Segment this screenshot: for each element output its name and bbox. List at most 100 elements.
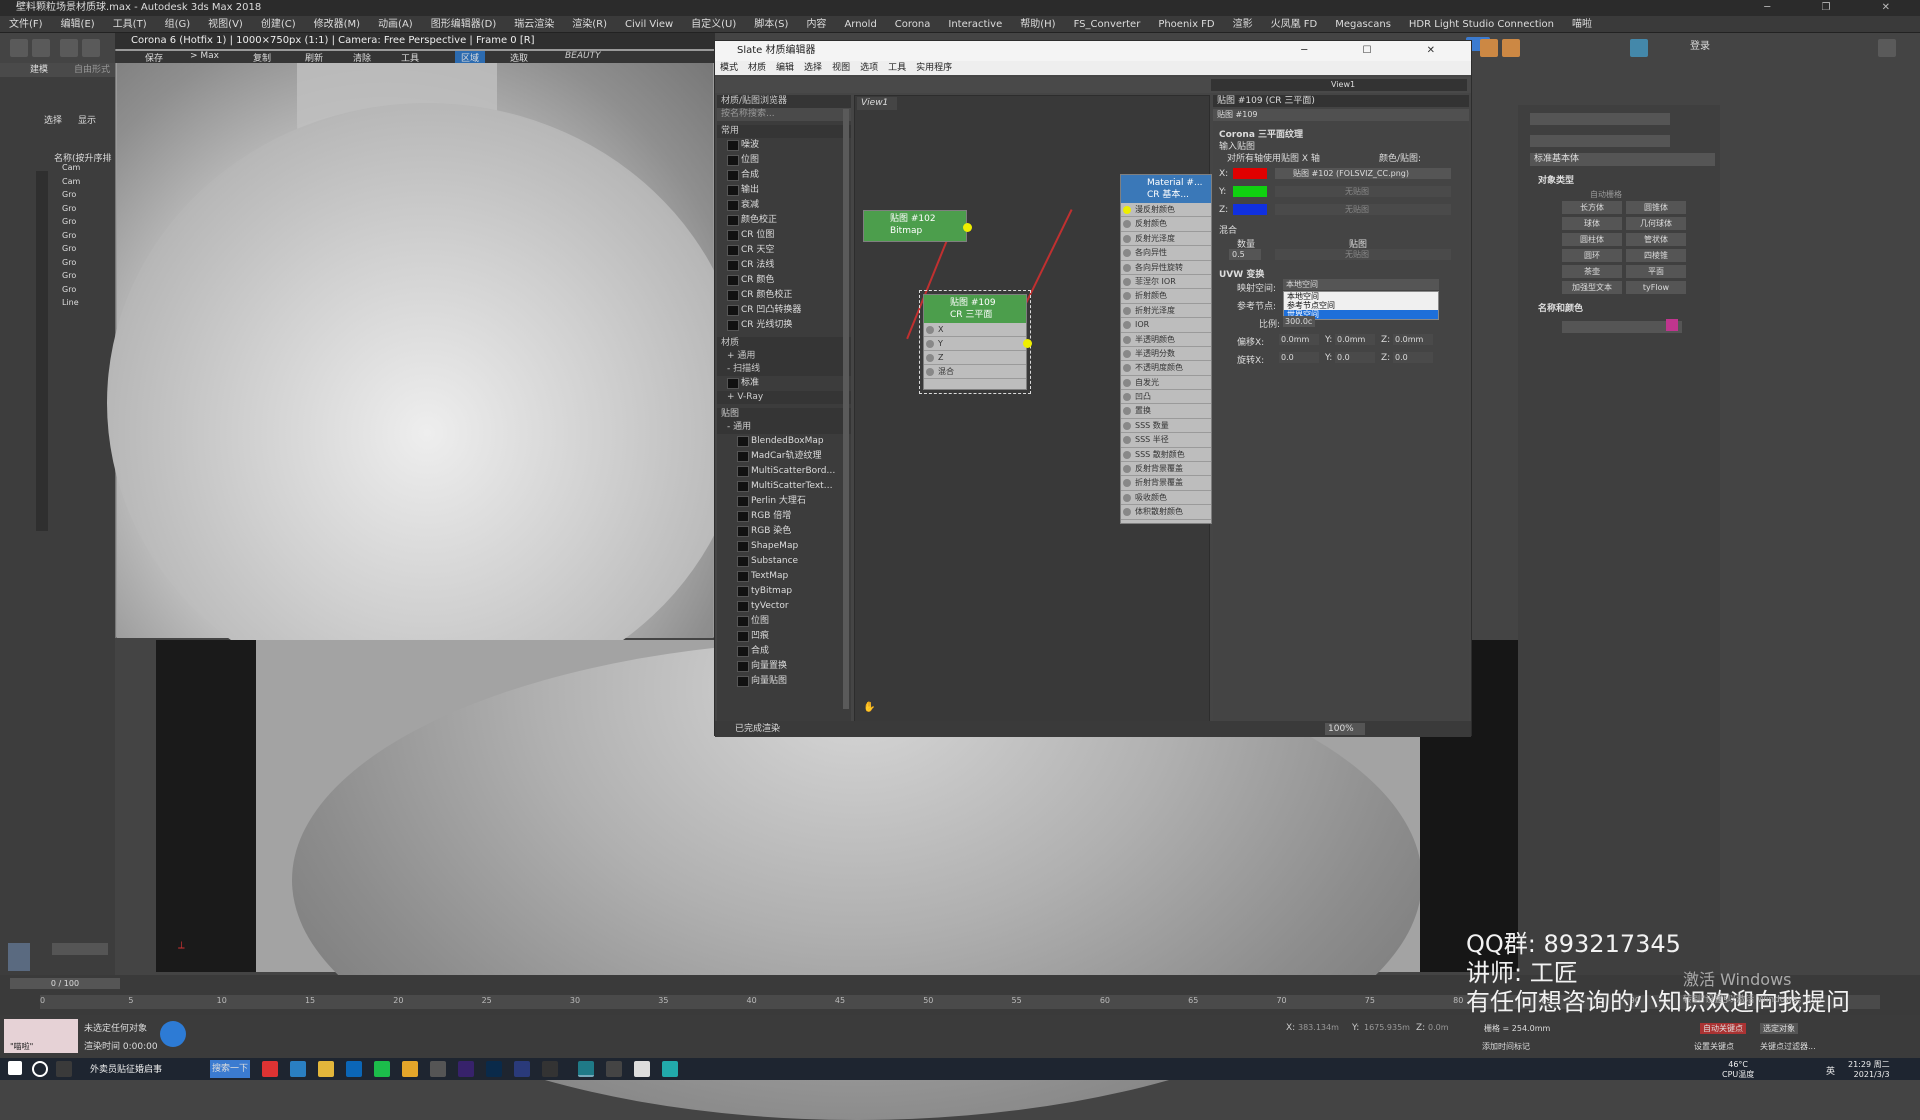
rollout-object-type[interactable]: 对象类型 <box>1538 173 1574 186</box>
node-slot[interactable]: 折射颜色 <box>1121 289 1211 304</box>
menu-item[interactable]: Phoenix FD <box>1149 16 1223 32</box>
node-slot[interactable]: X <box>924 323 1026 337</box>
explorer-scrollbar[interactable] <box>52 943 108 955</box>
node-slot[interactable]: 体积散射颜色 <box>1121 505 1211 520</box>
input-socket[interactable] <box>1123 263 1131 272</box>
list-item[interactable]: 标准 <box>717 376 851 391</box>
scene-object-item[interactable]: Cam <box>62 177 112 191</box>
input-socket[interactable] <box>1123 407 1131 416</box>
input-socket[interactable] <box>1123 206 1131 214</box>
browser-search-input[interactable]: 按名称搜索... <box>717 108 851 121</box>
menu-item[interactable]: 瑞云渲染 <box>505 16 563 32</box>
list-item[interactable]: 凹痕 <box>717 629 851 644</box>
zoom-dropdown[interactable]: 100% <box>1325 723 1365 735</box>
menu-item[interactable]: 自定义(U) <box>682 16 745 32</box>
node-slot[interactable]: 自发光 <box>1121 376 1211 391</box>
slate-menu-item[interactable]: 视图 <box>827 61 855 75</box>
menu-item[interactable]: 编辑(E) <box>52 16 104 32</box>
node-slot[interactable]: 凹凸 <box>1121 390 1211 405</box>
vfb-max-button[interactable]: > Max <box>190 51 219 61</box>
node-material[interactable]: Material #... CR 基本... 漫反射颜色 反射颜色 反射光泽度 各向异… <box>1120 174 1212 524</box>
node-slot[interactable]: 置换 <box>1121 404 1211 419</box>
scene-object-item[interactable]: Gro <box>62 204 112 218</box>
list-item[interactable]: CR 位图 <box>717 228 851 243</box>
map-x-button[interactable]: 贴图 #102 (FOLSVIZ_CC.png) <box>1275 168 1451 179</box>
taskbar-app-icon[interactable] <box>634 1061 650 1077</box>
slate-menu-item[interactable]: 选择 <box>799 61 827 75</box>
node-slot[interactable]: 漫反射颜色 <box>1121 203 1211 218</box>
materials-general[interactable]: + 通用 <box>717 350 851 363</box>
primitive-button[interactable]: 几何球体 <box>1626 217 1686 230</box>
input-socket[interactable] <box>1123 335 1131 344</box>
input-socket[interactable] <box>926 354 934 362</box>
list-item[interactable]: 颜色校正 <box>717 213 851 228</box>
input-socket[interactable] <box>1123 249 1131 258</box>
render-setup-icon[interactable] <box>1480 39 1498 57</box>
create-category-icons[interactable] <box>1530 135 1670 147</box>
set-key-button[interactable]: 设置关键点 <box>1694 1041 1734 1052</box>
input-socket[interactable] <box>1123 508 1131 517</box>
materials-vray[interactable]: + V-Ray <box>717 391 851 404</box>
list-item[interactable]: CR 天空 <box>717 243 851 258</box>
menu-item[interactable]: Arnold <box>835 16 885 32</box>
object-color-swatch[interactable] <box>1666 319 1678 331</box>
taskbar-app-icon[interactable] <box>430 1061 446 1077</box>
chrome-icon[interactable] <box>402 1061 418 1077</box>
output-socket[interactable] <box>1023 339 1032 348</box>
primitive-button[interactable]: 四棱锥 <box>1626 249 1686 262</box>
slate-menu-item[interactable]: 模式 <box>715 61 743 75</box>
menu-item[interactable]: HDR Light Studio Connection <box>1400 16 1563 32</box>
selected-object-dropdown[interactable]: 选定对象 <box>1760 1023 1798 1034</box>
slate-window-controls[interactable]: ─ ☐ ✕ <box>1301 41 1461 61</box>
slate-menu-item[interactable]: 选项 <box>855 61 883 75</box>
folder-icon[interactable] <box>318 1061 334 1077</box>
input-socket[interactable] <box>1123 364 1131 373</box>
slate-menu-item[interactable]: 编辑 <box>771 61 799 75</box>
primitive-button[interactable]: 圆环 <box>1562 249 1622 262</box>
tab-modeling[interactable]: 建模 <box>30 63 48 77</box>
node-slot[interactable]: 反射光泽度 <box>1121 232 1211 247</box>
node-view[interactable]: View1 贴图 #102 Bitmap 贴图 #109 CR 三平面 XYZ混… <box>854 95 1212 727</box>
menu-item[interactable]: Megascans <box>1326 16 1400 32</box>
menu-item[interactable]: 内容 <box>797 16 835 32</box>
node-slot[interactable]: Y <box>924 337 1026 351</box>
menu-item[interactable]: 视图(V) <box>199 16 252 32</box>
primitive-button[interactable]: 管状体 <box>1626 233 1686 246</box>
scene-object-item[interactable]: Gro <box>62 271 112 285</box>
node-slot[interactable]: SSS 散射颜色 <box>1121 448 1211 463</box>
primitive-button[interactable]: 茶壶 <box>1562 265 1622 278</box>
menu-item[interactable]: 工具(T) <box>104 16 156 32</box>
dropdown-option[interactable]: 本地空间 <box>1284 292 1438 301</box>
menu-item[interactable]: 渲染(R) <box>563 16 616 32</box>
offset-y-spinner[interactable]: 0.0mm <box>1335 334 1375 345</box>
primitive-button[interactable]: tyFlow <box>1626 281 1686 294</box>
menu-item[interactable]: 动画(A) <box>369 16 422 32</box>
input-socket[interactable] <box>1123 450 1131 459</box>
section-maps[interactable]: 贴图 <box>717 408 851 421</box>
list-item[interactable]: 合成 <box>717 168 851 183</box>
list-item[interactable]: MadCar轨迹纹理 <box>717 449 851 464</box>
color-swatch-x[interactable] <box>1233 168 1267 179</box>
node-slot[interactable]: 菲涅尔 IOR <box>1121 275 1211 290</box>
primitive-button[interactable]: 加强型文本 <box>1562 281 1622 294</box>
primitive-button[interactable]: 圆柱体 <box>1562 233 1622 246</box>
map-y-button[interactable]: 无贴图 <box>1275 186 1451 197</box>
color-swatch-y[interactable] <box>1233 186 1267 197</box>
menu-item[interactable]: FS_Converter <box>1065 16 1150 32</box>
section-common[interactable]: 常用 <box>717 125 851 138</box>
node-slot[interactable]: 混合 <box>924 365 1026 379</box>
list-item[interactable]: CR 凹凸转换器 <box>717 303 851 318</box>
scene-object-item[interactable]: Gro <box>62 285 112 299</box>
list-item[interactable]: CR 颜色 <box>717 273 851 288</box>
list-item[interactable]: 向量置换 <box>717 659 851 674</box>
input-socket[interactable] <box>1123 421 1131 430</box>
maps-general[interactable]: - 通用 <box>717 421 851 434</box>
list-item[interactable]: 位图 <box>717 614 851 629</box>
material-editor-icon[interactable] <box>1630 39 1648 57</box>
menu-item[interactable]: 修改器(M) <box>305 16 369 32</box>
3dsmax-icon[interactable] <box>578 1061 594 1077</box>
list-item[interactable]: 噪波 <box>717 138 851 153</box>
menu-item[interactable]: 组(G) <box>156 16 200 32</box>
time-slider[interactable]: 0 / 100 <box>10 978 120 989</box>
node-slot[interactable]: 反射背景覆盖 <box>1121 462 1211 477</box>
